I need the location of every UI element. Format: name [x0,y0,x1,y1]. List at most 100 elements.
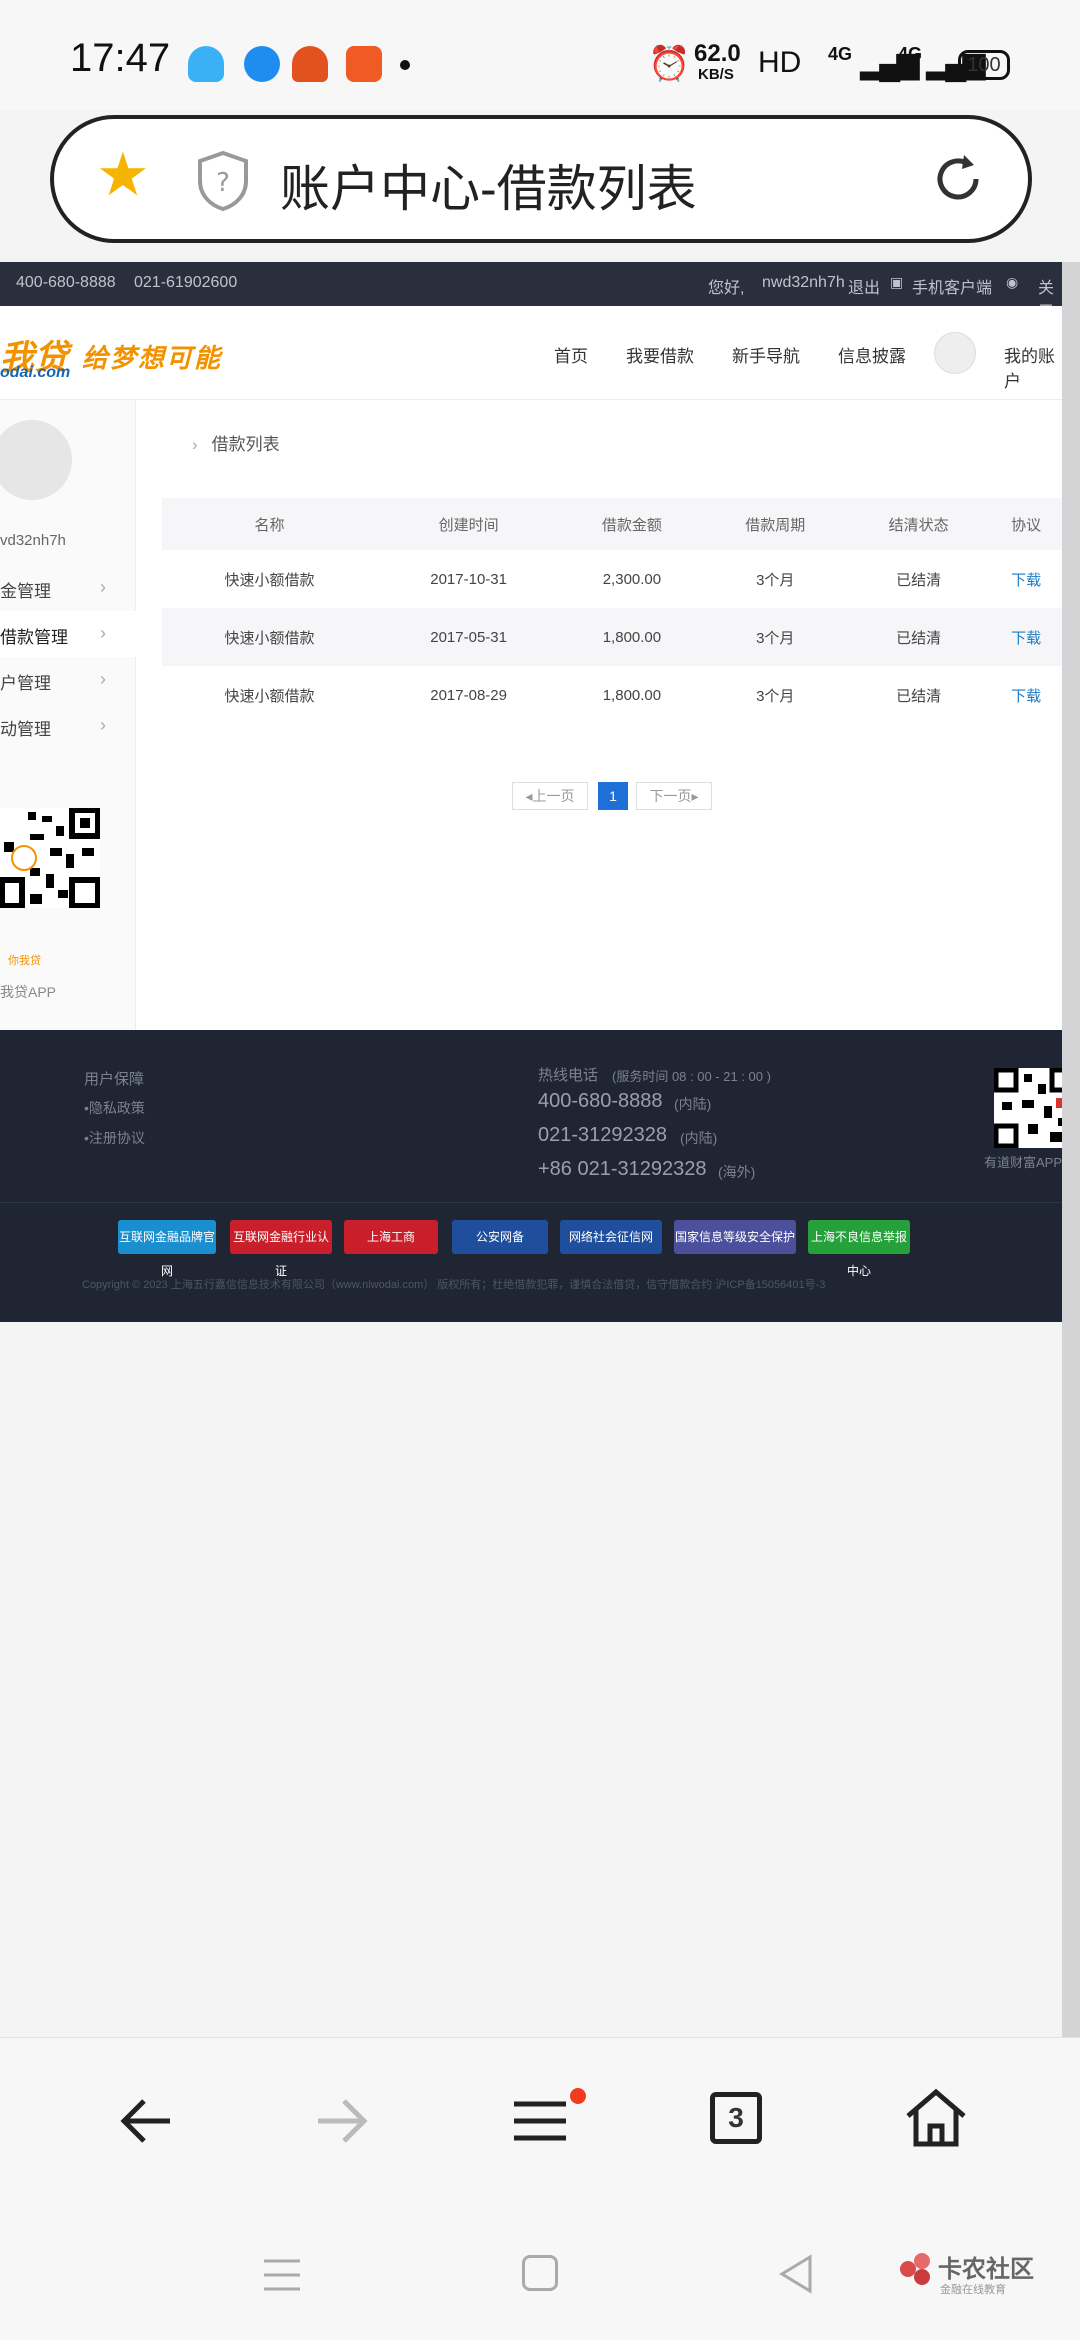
game-app-icon [292,46,328,82]
sidebar-username: vd32nh7h [0,532,66,549]
back-arrow-icon[interactable] [116,2096,176,2146]
chevron-right-icon: › [100,715,106,735]
sidebar-item-activity[interactable]: 动管理 › [0,703,136,749]
net-unit: KB/S [698,66,734,83]
badge-police-record[interactable]: 公安网备 [452,1220,548,1254]
badge-industry-cert[interactable]: 互联网金融行业认证 [230,1220,332,1278]
system-nav-bar: 卡农社区 金融在线教育 [0,2227,1080,2340]
mobile-icon: ▣ [890,274,904,290]
loan-list-panel: › 借款列表 名称 创建时间 借款金额 借款周期 结清状态 协议 快速小额借款 2… [162,400,1062,1030]
caret-left-icon: ◂ [525,788,533,804]
system-home-icon[interactable] [522,2255,558,2291]
app-qr-code [0,808,100,908]
prev-page-button[interactable]: ◂上一页 [512,782,588,810]
chevron-right-icon: › [100,623,106,643]
page-scrollbar[interactable] [1062,262,1080,2037]
footer-guarantee: 用户保障 [84,1071,145,1088]
more-notifications-dot [400,60,410,70]
home-icon[interactable] [904,2088,968,2148]
badge-brand-site[interactable]: 互联网金融品牌官网 [118,1220,216,1278]
nav-avatar[interactable] [934,332,976,374]
browser-toolbar: 3 [0,2037,1080,2227]
next-page-button[interactable]: 下一页▸ [636,782,712,810]
signal-4g-2: 4G [898,44,923,64]
status-time: 17:47 [70,36,171,80]
loan-table: 名称 创建时间 借款金额 借款周期 结清状态 协议 快速小额借款 2017-10… [162,498,1062,724]
download-link[interactable]: 下载 [990,608,1062,666]
privacy-link[interactable]: •隐私政策 [84,1098,145,1118]
site-top-bar: 400-680-8888 021-61902600 您好, nwd32nh7h … [0,262,1062,345]
menu-icon[interactable] [512,2096,568,2146]
nav-home[interactable]: 首页 [554,342,588,367]
cell-status: 已结清 [896,571,942,589]
address-bar[interactable]: ★ ? 账户中心-借款列表 [50,115,1032,243]
nav-guide[interactable]: 新手导航 [732,342,800,367]
system-back-icon[interactable] [776,2253,816,2295]
badge-shanghai-ic[interactable]: 上海工商 [344,1220,438,1254]
security-shield-icon[interactable]: ? [194,149,252,213]
nav-borrow[interactable]: 我要借款 [626,342,694,367]
logo-sub: odai.com [0,364,71,381]
sidebar-item-funds[interactable]: 金管理 › [0,565,136,611]
breadcrumb: › 借款列表 [192,430,280,455]
top-username[interactable]: nwd32nh7h [762,274,845,292]
kuaishou-icon [346,46,382,82]
site-logo[interactable]: 我贷 odai.com [0,330,71,381]
hd-indicator: HD [758,46,802,79]
status-bar: 17:47 ⏰ 62.0 KB/S HD 4G ▂▄▆ 4G ▂▄▆ 100 [0,0,1080,110]
sidebar-item-label: 户管理 [0,674,51,693]
cell-created: 2017-05-31 [376,608,561,666]
col-agreement: 协议 [990,498,1062,550]
kanong-logo-icon [900,2253,934,2287]
tabs-button[interactable]: 3 [710,2092,762,2144]
breadcrumb-current: 借款列表 [211,435,280,454]
weibo-icon: ◉ [1006,274,1019,290]
star-icon[interactable]: ★ [96,145,150,205]
app-label: 我贷APP [0,984,57,1000]
cell-status: 已结清 [896,687,942,705]
col-name: 名称 [162,498,377,550]
current-page-button[interactable]: 1 [598,782,628,810]
badge-security-level[interactable]: 国家信息等级安全保护 [674,1220,796,1254]
alarm-icon: ⏰ [648,45,691,83]
refresh-icon[interactable] [928,149,988,209]
recents-icon[interactable] [262,2257,302,2293]
hotline-label: 热线电话 [538,1067,599,1084]
footer-phone-1: 400-680-8888 [538,1090,663,1112]
forward-arrow-icon[interactable] [312,2096,372,2146]
sidebar-item-label: 动管理 [0,720,51,739]
download-link[interactable]: 下载 [990,550,1062,608]
table-row: 快速小额借款 2017-10-31 2,300.00 3个月 已结清 下载 [162,550,1062,608]
cell-created: 2017-08-29 [430,686,507,704]
sidebar-item-loans[interactable]: 借款管理 › [0,611,136,657]
sidebar-item-label: 借款管理 [0,628,68,647]
svg-text:?: ? [216,168,230,198]
register-agreement-link[interactable]: •注册协议 [84,1128,145,1148]
watermark-brand: 卡农社区 [938,2256,1034,2283]
footer-phone-3: +86 021-31292328 [538,1158,707,1180]
greeting: 您好, [708,280,745,297]
site-nav: 我贷 odai.com 给梦想可能 首页 我要借款 新手导航 信息披露 我的账户 [0,306,1062,400]
nav-disclosure[interactable]: 信息披露 [838,342,906,367]
caret-right-icon: ▸ [691,788,699,804]
download-link[interactable]: 下载 [990,666,1062,724]
sidebar-item-account[interactable]: 户管理 › [0,657,136,703]
watermark-sub: 金融在线教育 [940,2284,1006,2296]
badge-credit-network[interactable]: 网络社会征信网 [560,1220,662,1254]
qr-brand: 你我贷 [8,955,41,967]
chevron-right-icon: › [192,435,198,454]
footer-divider [0,1202,1062,1203]
logout-link[interactable]: 退出 [848,274,880,298]
cell-period: 3个月 [703,608,847,666]
net-speed: 62.0 [694,40,741,67]
cell-period: 3个月 [756,687,795,705]
site-footer: 用户保障 •隐私政策 •注册协议 热线电话 (服务时间 08 : 00 - 21… [0,1030,1062,1322]
col-status: 结清状态 [846,498,991,550]
footer-phone-2: 021-31292328 [538,1124,668,1146]
mobile-client-link[interactable]: 手机客户端 [912,274,992,298]
nav-my-account[interactable]: 我的账户 [1004,342,1062,392]
cell-name: 快速小额借款 [224,687,315,705]
footer-phone-3-note: (海外) [718,1164,756,1180]
badge-report-center[interactable]: 上海不良信息举报中心 [808,1220,910,1278]
cell-status: 已结清 [846,608,991,666]
